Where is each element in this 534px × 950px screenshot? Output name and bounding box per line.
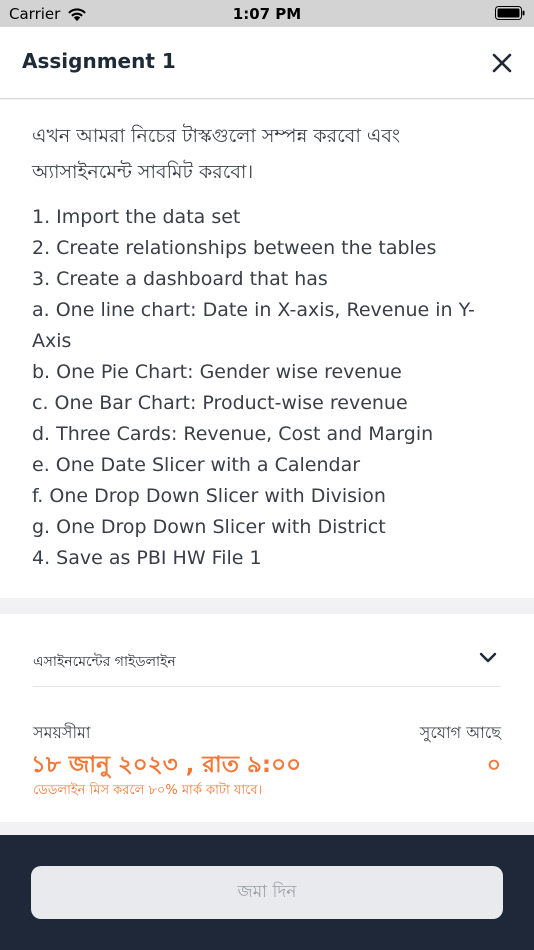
chevron-down-icon xyxy=(479,652,497,663)
task-list: 1. Import the data set 2. Create relatio… xyxy=(32,202,502,574)
guideline-label: এসাইনমেন্টের গাইডলাইন xyxy=(33,654,176,670)
battery-icon xyxy=(495,6,525,20)
task-item: b. One Pie Chart: Gender wise revenue xyxy=(32,361,402,383)
task-item: 2. Create relationships between the tabl… xyxy=(32,237,437,259)
instructions-intro: এখন আমরা নিচের টাস্কগুলো সম্পন্ন করবো এব… xyxy=(32,125,401,183)
task-item: 1. Import the data set xyxy=(32,206,241,228)
status-time: 1:07 PM xyxy=(232,5,302,23)
deadline-label: সময়সীমা xyxy=(33,723,91,742)
footer-bar: জমা দিন xyxy=(0,835,534,950)
task-item: e. One Date Slicer with a Calendar xyxy=(32,454,361,476)
modal-header: Assignment 1 xyxy=(0,27,534,99)
close-icon[interactable] xyxy=(490,51,514,75)
guideline-toggle[interactable]: এসাইনমেন্টের গাইডলাইন xyxy=(33,614,501,687)
page-title: Assignment 1 xyxy=(22,49,176,73)
chance-value: ০ xyxy=(486,753,501,778)
task-item: 4. Save as PBI HW File 1 xyxy=(32,547,262,569)
status-bar: Carrier 1:07 PM xyxy=(0,0,534,27)
task-item: 3. Create a dashboard that has xyxy=(32,268,328,290)
task-item: a. One line chart: Date in X-axis, Reven… xyxy=(32,299,475,352)
task-item: c. One Bar Chart: Product-wise revenue xyxy=(32,392,408,414)
chance-label: সুযোগ আছে xyxy=(419,723,501,742)
task-item: d. Three Cards: Revenue, Cost and Margin xyxy=(32,423,434,445)
task-item: g. One Drop Down Slicer with District xyxy=(32,516,386,538)
assignment-instructions: এখন আমরা নিচের টাস্কগুলো সম্পন্ন করবো এব… xyxy=(0,100,534,598)
deadline-warning: ডেডলাইন মিস করলে ৮০% মার্ক কাটা যাবে। xyxy=(33,783,263,798)
submit-button[interactable]: জমা দিন xyxy=(31,866,503,919)
deadline-value: ১৮ জানু ২০২৩ , রাত ৯:০০ xyxy=(31,752,302,778)
task-item: f. One Drop Down Slicer with Division xyxy=(32,485,386,507)
assignment-screen: Carrier 1:07 PM Assignment 1 এখন আমরা নি… xyxy=(0,0,534,950)
deadline-card: এসাইনমেন্টের গাইডলাইন সময়সীমা সুযোগ আছে… xyxy=(0,614,534,822)
